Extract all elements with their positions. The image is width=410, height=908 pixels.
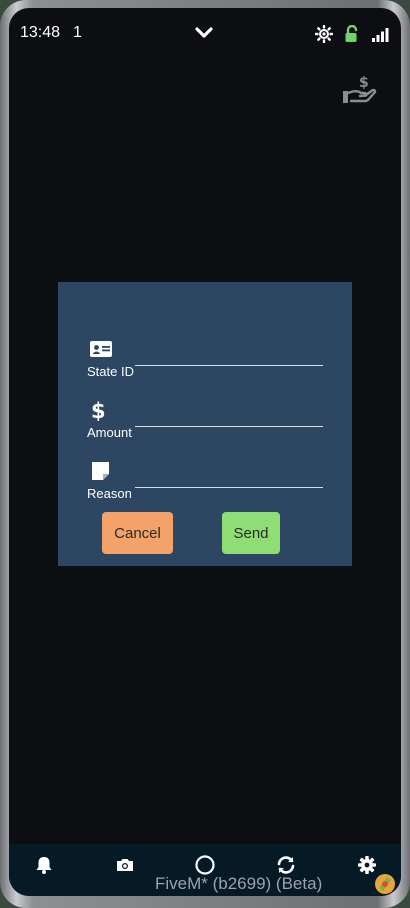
- svg-text:$: $: [359, 75, 369, 91]
- svg-text:$: $: [91, 399, 106, 421]
- brightness-icon[interactable]: [315, 25, 333, 43]
- reason-input-line[interactable]: [135, 487, 323, 488]
- state-id-input-line[interactable]: [135, 365, 323, 366]
- amount-label: Amount: [87, 425, 132, 440]
- hand-money-icon[interactable]: $: [343, 74, 377, 104]
- fivem-watermark: FiveM* (b2699) (Beta): [155, 874, 323, 893]
- bell-icon[interactable]: [33, 854, 55, 876]
- phone-frame: 13:48 1 $ State ID $ Amount Reason Cance…: [0, 0, 410, 908]
- status-time: 13:48: [20, 24, 61, 41]
- cancel-button[interactable]: Cancel: [102, 512, 173, 554]
- state-id-label: State ID: [87, 364, 134, 379]
- status-bar: 13:48 1: [9, 8, 401, 58]
- signal-icon: [372, 28, 389, 42]
- send-button[interactable]: Send: [222, 512, 280, 554]
- unlock-icon[interactable]: [343, 25, 361, 43]
- fivem-logo-icon: [375, 874, 395, 894]
- chevron-down-icon[interactable]: [195, 26, 213, 40]
- note-icon: [92, 462, 109, 480]
- reason-label: Reason: [87, 486, 132, 501]
- notification-count: 1: [73, 24, 82, 41]
- dollar-icon: $: [91, 399, 106, 421]
- state-id-field[interactable]: State ID: [87, 338, 323, 388]
- send-money-dialog: State ID $ Amount Reason Cancel Send: [58, 282, 352, 566]
- reason-field[interactable]: Reason: [87, 460, 323, 510]
- camera-icon[interactable]: [114, 854, 136, 876]
- refresh-icon[interactable]: [275, 854, 297, 876]
- id-card-icon: [90, 341, 112, 357]
- amount-input-line[interactable]: [135, 426, 323, 427]
- amount-field[interactable]: $ Amount: [87, 399, 323, 449]
- phone-screen: 13:48 1 $ State ID $ Amount Reason Cance…: [9, 8, 401, 896]
- home-circle-icon[interactable]: [194, 854, 216, 876]
